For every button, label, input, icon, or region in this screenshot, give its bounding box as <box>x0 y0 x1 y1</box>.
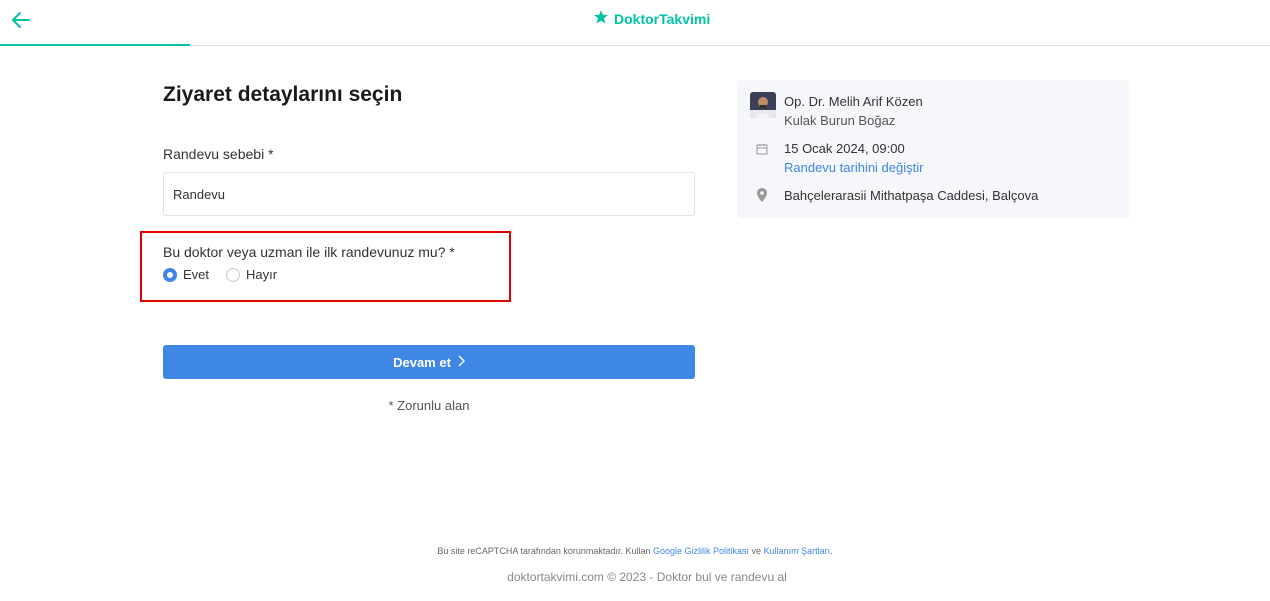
required-note: * Zorunlu alan <box>388 398 470 413</box>
logo[interactable]: DoktorTakvimi <box>593 9 711 30</box>
radio-yes-indicator[interactable] <box>163 267 177 282</box>
map-pin-icon <box>757 188 767 202</box>
first-visit-question: Bu doktor veya uzman ile ilk randevunuz … <box>163 244 455 260</box>
continue-button[interactable]: Devam et <box>163 345 695 379</box>
radio-no-indicator[interactable] <box>226 267 241 282</box>
arrow-left-icon[interactable] <box>10 9 32 31</box>
radio-no[interactable]: Hayır <box>226 267 277 282</box>
recaptcha-text: Bu site reCAPTCHA tarafından korunmaktad… <box>437 546 651 556</box>
radio-yes[interactable]: Evet <box>163 267 209 282</box>
privacy-policy-link[interactable]: Google Gizlilik Politikası <box>653 546 749 556</box>
change-date-link[interactable]: Randevu tarihini değiştir <box>784 160 923 175</box>
radio-no-label[interactable]: Hayır <box>246 267 277 282</box>
logo-text: DoktorTakvimi <box>614 11 711 27</box>
reason-label: Randevu sebebi * <box>163 146 274 162</box>
first-visit-radio-group: Evet Hayır <box>163 267 277 282</box>
top-bar: DoktorTakvimi <box>0 0 1270 46</box>
reason-input[interactable] <box>163 172 695 216</box>
recaptcha-notice: Bu site reCAPTCHA tarafından korunmaktad… <box>0 546 1270 556</box>
clinic-address: Bahçelerarasii Mithatpaşa Caddesi, Balço… <box>784 188 1039 203</box>
doctor-specialty: Kulak Burun Boğaz <box>784 113 896 128</box>
continue-button-label: Devam et <box>393 354 451 370</box>
doctor-name: Op. Dr. Melih Arif Közen <box>784 94 923 109</box>
radio-yes-label[interactable]: Evet <box>183 267 209 282</box>
recaptcha-suffix: . <box>830 546 833 556</box>
avatar <box>750 92 776 118</box>
terms-link[interactable]: Kullanım Şartları <box>764 546 831 556</box>
chevron-right-icon <box>457 355 465 370</box>
copyright: doktortakvimi.com © 2023 - Doktor bul ve… <box>507 570 787 584</box>
page-title: Ziyaret detaylarını seçin <box>163 83 403 106</box>
appointment-datetime: 15 Ocak 2024, 09:00 <box>784 141 905 156</box>
progress-bar <box>0 44 190 46</box>
calendar-icon <box>756 142 768 155</box>
recaptcha-and: ve <box>751 546 762 556</box>
star-pin-icon <box>593 9 609 30</box>
